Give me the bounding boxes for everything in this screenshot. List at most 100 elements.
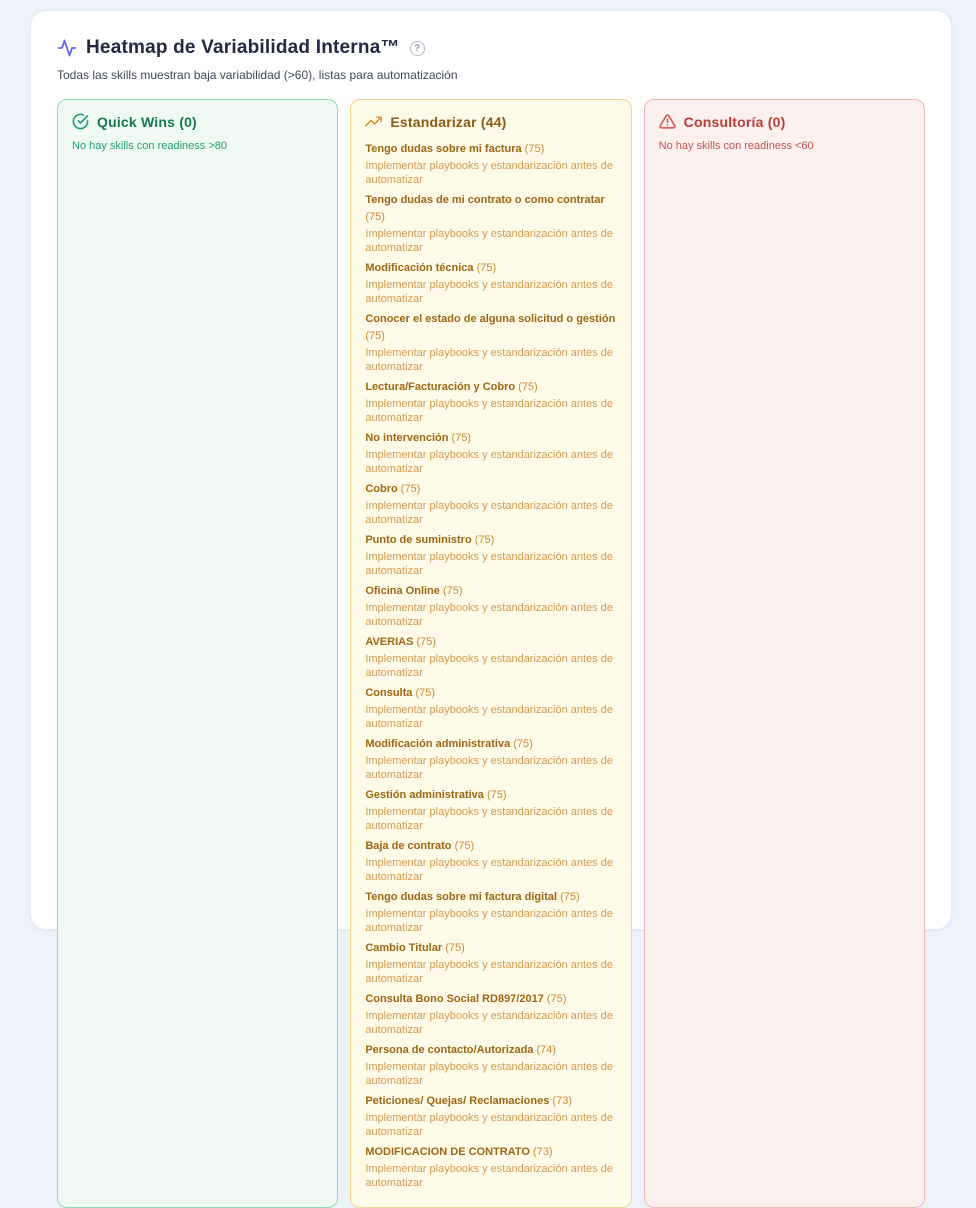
skill-item: Punto de suministro (75) Implementar pla…	[365, 531, 616, 578]
skill-score: (75)	[452, 840, 475, 852]
skill-name-line: Tengo dudas sobre mi factura (75)	[365, 140, 616, 157]
skill-recommendation: Implementar playbooks y estandarización …	[365, 550, 616, 578]
skill-score: (75)	[544, 993, 567, 1005]
page-subtitle: Todas las skills muestran baja variabili…	[57, 68, 925, 82]
skill-score: (75)	[413, 636, 436, 648]
skill-item: Modificación técnica (75) Implementar pl…	[365, 259, 616, 306]
skill-score: (75)	[448, 432, 471, 444]
skill-name: Conocer el estado de alguna solicitud o …	[365, 313, 615, 325]
activity-pulse-icon	[57, 38, 77, 58]
consultoria-empty-message: No hay skills con readiness <60	[659, 140, 910, 152]
skill-score: (75)	[515, 381, 538, 393]
skill-name: Tengo dudas sobre mi factura	[365, 143, 521, 155]
skill-item: Gestión administrativa (75) Implementar …	[365, 786, 616, 833]
skill-name-line: Consulta Bono Social RD897/2017 (75)	[365, 990, 616, 1007]
skill-name-line: Modificación técnica (75)	[365, 259, 616, 276]
help-circle-icon[interactable]: ?	[410, 41, 425, 56]
skill-item: Cambio Titular (75) Implementar playbook…	[365, 939, 616, 986]
skill-score: (75)	[440, 585, 463, 597]
skill-recommendation: Implementar playbooks y estandarización …	[365, 397, 616, 425]
skill-item: Baja de contrato (75) Implementar playbo…	[365, 837, 616, 884]
column-consultoria-title: Consultoría (0)	[684, 114, 786, 130]
skill-name: Cambio Titular	[365, 942, 442, 954]
skill-name: Cobro	[365, 483, 397, 495]
skill-recommendation: Implementar playbooks y estandarización …	[365, 227, 616, 255]
skill-name: Consulta	[365, 687, 412, 699]
readiness-board: Quick Wins (0) No hay skills con readine…	[57, 99, 925, 1208]
skill-score: (75)	[484, 789, 507, 801]
skill-name-line: Modificación administrativa (75)	[365, 735, 616, 752]
skill-item: Persona de contacto/Autorizada (74) Impl…	[365, 1041, 616, 1088]
skill-name: Tengo dudas sobre mi factura digital	[365, 891, 557, 903]
card-header: Heatmap de Variabilidad Interna™ ?	[57, 37, 925, 59]
skill-item: MODIFICACION DE CONTRATO (73) Implementa…	[365, 1143, 616, 1190]
skill-name-line: Gestión administrativa (75)	[365, 786, 616, 803]
skill-recommendation: Implementar playbooks y estandarización …	[365, 703, 616, 731]
skill-score: (75)	[557, 891, 580, 903]
skill-name-line: Baja de contrato (75)	[365, 837, 616, 854]
skill-name-line: Punto de suministro (75)	[365, 531, 616, 548]
quick-wins-empty-message: No hay skills con readiness >80	[72, 140, 323, 152]
skill-recommendation: Implementar playbooks y estandarización …	[365, 601, 616, 629]
skill-recommendation: Implementar playbooks y estandarización …	[365, 856, 616, 884]
skill-name: No intervención	[365, 432, 448, 444]
skill-list: Tengo dudas sobre mi factura (75) Implem…	[365, 140, 616, 1190]
skill-item: Conocer el estado de alguna solicitud o …	[365, 310, 616, 374]
skill-name-line: MODIFICACION DE CONTRATO (73)	[365, 1143, 616, 1160]
skill-score: (73)	[530, 1146, 553, 1158]
skill-name-line: Tengo dudas sobre mi factura digital (75…	[365, 888, 616, 905]
column-estandarizar: Estandarizar (44) Tengo dudas sobre mi f…	[350, 99, 631, 1208]
skill-score: (75)	[472, 534, 495, 546]
skill-name-line: Consulta (75)	[365, 684, 616, 701]
skill-score: (75)	[522, 143, 545, 155]
skill-recommendation: Implementar playbooks y estandarización …	[365, 1111, 616, 1139]
skill-name-line: No intervención (75)	[365, 429, 616, 446]
skill-name: AVERIAS	[365, 636, 413, 648]
skill-name-line: Tengo dudas de mi contrato o como contra…	[365, 191, 616, 225]
skill-recommendation: Implementar playbooks y estandarización …	[365, 159, 616, 187]
skill-name-line: Lectura/Facturación y Cobro (75)	[365, 378, 616, 395]
skill-recommendation: Implementar playbooks y estandarización …	[365, 652, 616, 680]
column-quick-wins: Quick Wins (0) No hay skills con readine…	[57, 99, 338, 1208]
skill-name: Oficina Online	[365, 585, 440, 597]
skill-recommendation: Implementar playbooks y estandarización …	[365, 499, 616, 527]
skill-recommendation: Implementar playbooks y estandarización …	[365, 754, 616, 782]
page-title: Heatmap de Variabilidad Interna™	[86, 37, 400, 59]
skill-recommendation: Implementar playbooks y estandarización …	[365, 958, 616, 986]
heatmap-card: Heatmap de Variabilidad Interna™ ? Todas…	[30, 10, 952, 930]
skill-item: No intervención (75) Implementar playboo…	[365, 429, 616, 476]
skill-name: Modificación técnica	[365, 262, 473, 274]
skill-recommendation: Implementar playbooks y estandarización …	[365, 1060, 616, 1088]
skill-item: AVERIAS (75) Implementar playbooks y est…	[365, 633, 616, 680]
check-circle-icon	[72, 113, 89, 130]
column-estandarizar-header: Estandarizar (44)	[365, 113, 616, 130]
skill-item: Consulta Bono Social RD897/2017 (75) Imp…	[365, 990, 616, 1037]
skill-item: Consulta (75) Implementar playbooks y es…	[365, 684, 616, 731]
column-estandarizar-title: Estandarizar (44)	[390, 114, 506, 130]
skill-name: Peticiones/ Quejas/ Reclamaciones	[365, 1095, 549, 1107]
skill-item: Tengo dudas de mi contrato o como contra…	[365, 191, 616, 255]
skill-name-line: Peticiones/ Quejas/ Reclamaciones (73)	[365, 1092, 616, 1109]
skill-score: (74)	[533, 1044, 556, 1056]
skill-score: (75)	[412, 687, 435, 699]
skill-recommendation: Implementar playbooks y estandarización …	[365, 346, 616, 374]
skill-item: Cobro (75) Implementar playbooks y estan…	[365, 480, 616, 527]
skill-recommendation: Implementar playbooks y estandarización …	[365, 907, 616, 935]
skill-name: Consulta Bono Social RD897/2017	[365, 993, 544, 1005]
skill-item: Modificación administrativa (75) Impleme…	[365, 735, 616, 782]
skill-recommendation: Implementar playbooks y estandarización …	[365, 278, 616, 306]
skill-name: Modificación administrativa	[365, 738, 510, 750]
skill-score: (75)	[365, 330, 385, 342]
skill-name: Baja de contrato	[365, 840, 451, 852]
skill-name-line: AVERIAS (75)	[365, 633, 616, 650]
skill-name-line: Oficina Online (75)	[365, 582, 616, 599]
skill-name-line: Persona de contacto/Autorizada (74)	[365, 1041, 616, 1058]
skill-name: Gestión administrativa	[365, 789, 484, 801]
trending-up-icon	[365, 113, 382, 130]
skill-score: (75)	[474, 262, 497, 274]
skill-name: Lectura/Facturación y Cobro	[365, 381, 515, 393]
skill-item: Lectura/Facturación y Cobro (75) Impleme…	[365, 378, 616, 425]
skill-name-line: Cambio Titular (75)	[365, 939, 616, 956]
skill-name: Persona de contacto/Autorizada	[365, 1044, 533, 1056]
skill-recommendation: Implementar playbooks y estandarización …	[365, 1009, 616, 1037]
